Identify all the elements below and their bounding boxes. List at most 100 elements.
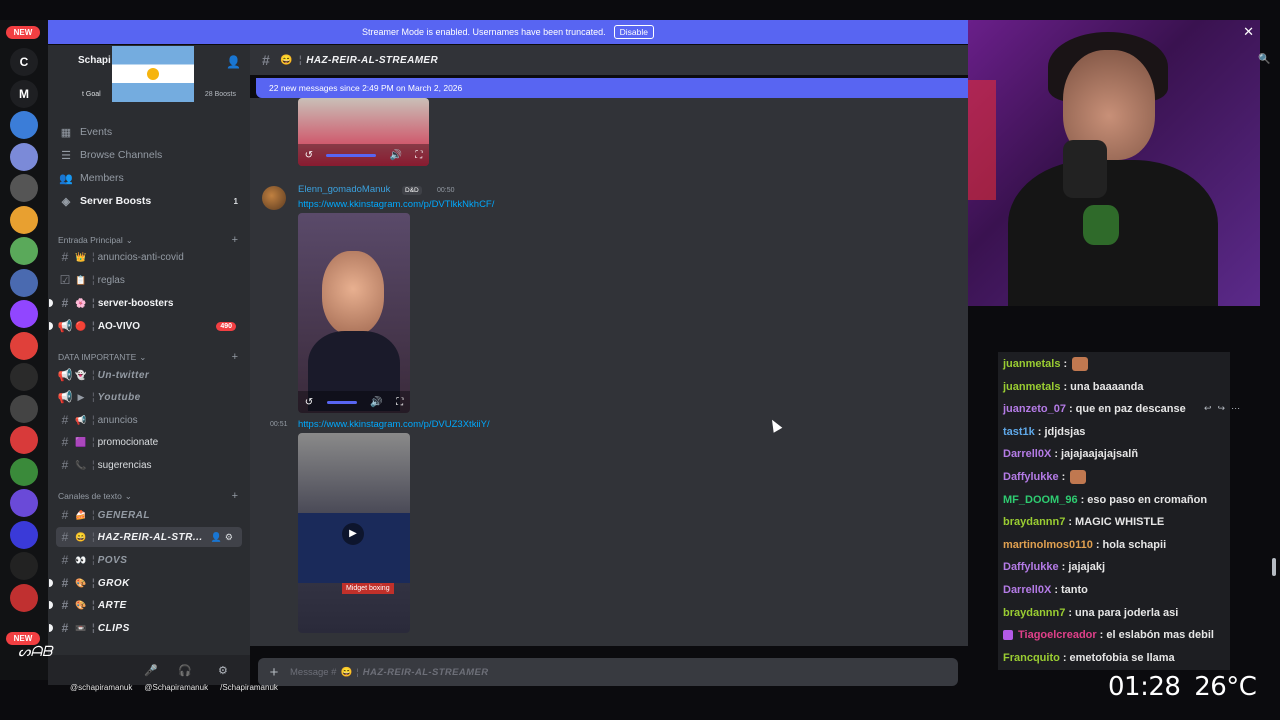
channel-emoji: 👀: [75, 554, 87, 565]
fullscreen-icon[interactable]: ⛶: [396, 397, 403, 408]
chat-username[interactable]: juanmetals: [1003, 358, 1060, 370]
headphones-icon[interactable]: 🎧: [178, 664, 192, 677]
channel-ao-vivo[interactable]: 📢 🔴 ¦ AO-VIVO 490: [49, 316, 242, 336]
replay-icon[interactable]: ↺: [305, 150, 313, 161]
search-icon[interactable]: 🔍: [1258, 54, 1270, 65]
channel-haz-reir-al-streamer[interactable]: # 😄 ¦ HAZ-REIR-AL-STR... 👤⚙: [56, 527, 242, 547]
chat-username[interactable]: Daffylukke: [1003, 471, 1059, 483]
nav-events[interactable]: ▦ Events: [56, 122, 242, 142]
nav-members[interactable]: 👥 Members: [56, 168, 242, 188]
volume-icon[interactable]: 🔊: [390, 150, 402, 161]
chat-username[interactable]: juanzeto_07: [1003, 403, 1066, 415]
server-icon[interactable]: [10, 331, 38, 360]
close-icon[interactable]: ✕: [1243, 24, 1254, 40]
server-icon[interactable]: [10, 205, 38, 234]
face-thumbnail: [322, 251, 384, 335]
boost-count[interactable]: 28 Boosts: [205, 91, 236, 98]
server-icon[interactable]: [10, 111, 38, 139]
microphone-icon[interactable]: 🎤: [144, 664, 158, 677]
replay-icon[interactable]: ↺: [305, 397, 313, 408]
video-embed[interactable]: ▶ Midget boxing: [298, 433, 410, 633]
channel-youtube[interactable]: 📢 ▶ ¦ Youtube: [56, 387, 242, 407]
play-icon[interactable]: ▶: [342, 523, 364, 545]
disable-streamer-mode-button[interactable]: Disable: [613, 25, 654, 39]
new-messages-banner[interactable]: 22 new messages since 2:49 PM on March 2…: [256, 78, 968, 98]
chat-username[interactable]: Tiagoelcreador: [1018, 629, 1097, 641]
nav-server-boosts[interactable]: ◈ Server Boosts 1: [56, 191, 242, 211]
message-author[interactable]: Elenn_gomadoManuk: [298, 184, 390, 195]
unread-indicator: [49, 601, 53, 609]
avatar[interactable]: [262, 186, 286, 210]
chat-username[interactable]: Daffylukke: [1003, 561, 1059, 573]
create-channel-icon[interactable]: +: [232, 234, 238, 246]
server-icon[interactable]: [10, 363, 38, 391]
video-embed[interactable]: ↺ 🔊 ⛶: [298, 213, 410, 413]
chat-username[interactable]: juanmetals: [1003, 381, 1060, 393]
server-icon[interactable]: [10, 552, 38, 580]
server-icon[interactable]: [10, 583, 38, 612]
chat-username[interactable]: MF_DOOM_96: [1003, 494, 1078, 506]
scrollbar[interactable]: [1272, 558, 1276, 576]
server-name: Schapi: [78, 55, 111, 66]
progress-bar[interactable]: [326, 400, 357, 404]
video-embed[interactable]: ↺ 🔊 ⛶: [298, 98, 429, 166]
message-link[interactable]: https://www.kkinstagram.com/p/DVTlkkNkhC…: [298, 199, 494, 210]
nav-count: 1: [233, 196, 238, 206]
chat-message-actions[interactable]: ↩↪⋯: [1204, 403, 1246, 414]
chat-username[interactable]: braydannn7: [1003, 607, 1065, 619]
channel-grok[interactable]: # 🎨 ¦ GROK: [49, 573, 242, 593]
server-icon[interactable]: M: [10, 79, 38, 108]
channel-anuncios[interactable]: # 📢 ¦ anuncios: [56, 410, 242, 430]
channel-clips[interactable]: # 📼 ¦ CLIPS: [49, 618, 242, 638]
nav-label: Events: [80, 126, 113, 138]
category-canales-de-texto[interactable]: Canales de texto ⌄ +: [58, 489, 238, 503]
channel-povs[interactable]: # 👀 ¦ POVS: [56, 550, 242, 570]
user-panel: 🎤 🎧 ⚙: [48, 655, 250, 685]
create-channel-icon[interactable]: +: [232, 490, 238, 502]
server-icon[interactable]: [10, 174, 38, 202]
unread-indicator: [49, 579, 53, 587]
server-icon[interactable]: [10, 394, 38, 423]
category-entrada-principal[interactable]: Entrada Principal ⌄ +: [58, 233, 238, 247]
gear-icon[interactable]: ⚙: [218, 664, 228, 677]
create-channel-icon[interactable]: +: [232, 351, 238, 363]
message-composer[interactable]: + Message # 😄 ¦ HAZ-REIR-AL-STREAMER: [258, 658, 958, 686]
server-header[interactable]: Schapi t Goal 28 Boosts 👤: [48, 45, 250, 102]
channel-anuncios-anti-covid[interactable]: # 👑 ¦ anuncios-anti-covid: [56, 247, 242, 267]
channel-server-boosters[interactable]: # 🌸 ¦ server-boosters: [49, 293, 242, 313]
server-icon[interactable]: [10, 300, 38, 328]
channel-reglas[interactable]: ☑ 📋 ¦ reglas: [56, 270, 242, 290]
server-icon[interactable]: [10, 237, 38, 265]
progress-bar[interactable]: [326, 153, 377, 157]
server-icon[interactable]: [10, 426, 38, 454]
new-unreads-pill[interactable]: NEW: [6, 26, 40, 39]
fullscreen-icon[interactable]: ⛶: [415, 150, 422, 161]
invite-people-icon[interactable]: 👤: [226, 55, 241, 69]
server-icon[interactable]: C: [10, 48, 38, 76]
channel-general[interactable]: # 🍰 ¦ GENERAL: [56, 505, 242, 525]
channel-un-twitter[interactable]: 📢 👻 ¦ Un-twitter: [56, 365, 242, 385]
chat-message: Daffylukke:: [1003, 467, 1087, 487]
server-icon[interactable]: [10, 489, 38, 517]
channel-sugerencias[interactable]: # 📞 ¦ sugerencias: [56, 455, 242, 475]
message-list: ↺ 🔊 ⛶ Elenn_gomadoManuk D&D 00:50 https:…: [250, 98, 968, 646]
unread-indicator: [49, 299, 53, 307]
channel-settings-icon[interactable]: 👤⚙: [211, 532, 236, 543]
channel-arte[interactable]: # 🎨 ¦ ARTE: [49, 595, 242, 615]
chat-username[interactable]: Darrell0X: [1003, 448, 1051, 460]
server-icon[interactable]: [10, 268, 38, 297]
server-icon[interactable]: [10, 457, 38, 486]
channel-promocionate[interactable]: # 🟪 ¦ promocionate: [56, 432, 242, 452]
server-icon[interactable]: [10, 142, 38, 171]
chat-username[interactable]: braydannn7: [1003, 516, 1065, 528]
chat-username[interactable]: tast1k: [1003, 426, 1035, 438]
server-icon[interactable]: [10, 520, 38, 549]
volume-icon[interactable]: 🔊: [370, 397, 382, 408]
message-link[interactable]: https://www.kkinstagram.com/p/DVUZ3Xtkii…: [298, 419, 490, 430]
chat-username[interactable]: Darrell0X: [1003, 584, 1051, 596]
add-attachment-icon[interactable]: +: [258, 664, 290, 681]
chat-username[interactable]: martinolmos0110: [1003, 539, 1093, 551]
category-data-importante[interactable]: DATA IMPORTANTE ⌄ +: [58, 350, 238, 364]
nav-browse-channels[interactable]: ☰ Browse Channels: [56, 145, 242, 165]
chat-username[interactable]: Francquito: [1003, 652, 1060, 664]
